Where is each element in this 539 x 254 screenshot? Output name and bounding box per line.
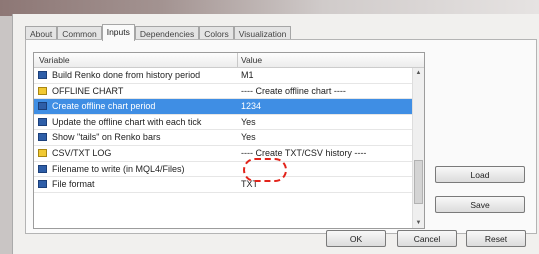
table-row[interactable]: Filename to write (in MQL4/Files) — [34, 162, 424, 178]
row-name: Filename to write (in MQL4/Files) — [52, 163, 185, 174]
row-name: OFFLINE CHART — [52, 85, 124, 96]
save-button-label: Save — [470, 200, 490, 210]
row-name: Build Renko done from history period — [52, 70, 201, 80]
cancel-button[interactable]: Cancel — [397, 230, 457, 247]
save-button[interactable]: Save — [435, 196, 525, 213]
table-row[interactable]: OFFLINE CHART ---- Create offline chart … — [34, 84, 424, 100]
table-header: Variable Value — [34, 53, 424, 68]
highlight-callout — [243, 158, 287, 182]
load-button-label: Load — [470, 170, 490, 180]
row-value[interactable]: Yes — [241, 117, 256, 127]
row-name: CSV/TXT LOG — [52, 147, 112, 158]
row-name: Update the offline chart with each tick — [52, 116, 202, 127]
row-name: Show "tails" on Renko bars — [52, 132, 161, 143]
ok-button[interactable]: OK — [326, 230, 386, 247]
scroll-down-arrow-icon[interactable]: ▼ — [413, 218, 424, 228]
table-row[interactable]: File format TXT — [34, 177, 424, 193]
table-row[interactable]: CSV/TXT LOG ---- Create TXT/CSV history … — [34, 146, 424, 162]
tab-inputs[interactable]: Inputs — [101, 24, 135, 41]
row-value[interactable]: 1234 — [241, 101, 261, 111]
table-row-selected[interactable]: Create offline chart period 1234 — [34, 99, 424, 115]
cancel-button-label: Cancel — [413, 234, 441, 244]
column-header-value[interactable]: Value — [241, 55, 262, 65]
row-value[interactable]: ---- Create TXT/CSV history ---- — [241, 148, 366, 158]
reset-button[interactable]: Reset — [466, 230, 526, 247]
reset-button-label: Reset — [484, 234, 508, 244]
input-parameter-icon — [38, 180, 47, 189]
inputs-table: Variable Value Build Renko done from his… — [33, 52, 425, 229]
vertical-scrollbar[interactable]: ▲ ▼ — [412, 68, 424, 228]
input-parameter-icon — [38, 117, 47, 126]
table-row[interactable]: Show "tails" on Renko bars Yes — [34, 130, 424, 146]
input-parameter-icon — [38, 102, 47, 111]
table-row[interactable]: Build Renko done from history period M1 — [34, 68, 424, 84]
input-parameter-icon — [38, 133, 47, 142]
scrollbar-thumb[interactable] — [414, 160, 423, 204]
ok-button-label: OK — [349, 234, 363, 244]
section-header-icon — [38, 86, 47, 95]
load-button[interactable]: Load — [435, 166, 525, 183]
row-name: Create offline chart period — [52, 101, 156, 112]
row-value[interactable]: Yes — [241, 132, 256, 142]
column-divider[interactable] — [237, 53, 238, 67]
scroll-up-arrow-icon[interactable]: ▲ — [413, 68, 424, 78]
table-row[interactable]: Update the offline chart with each tick … — [34, 115, 424, 131]
input-parameter-icon — [38, 164, 47, 173]
section-header-icon — [38, 148, 47, 157]
row-value[interactable]: M1 — [241, 70, 254, 80]
column-header-variable[interactable]: Variable — [39, 55, 70, 65]
input-parameter-icon — [38, 71, 47, 79]
row-name: File format — [52, 179, 95, 190]
tab-bar: About Common Inputs Dependencies Colors … — [25, 24, 292, 41]
row-value[interactable]: ---- Create offline chart ---- — [241, 86, 346, 96]
